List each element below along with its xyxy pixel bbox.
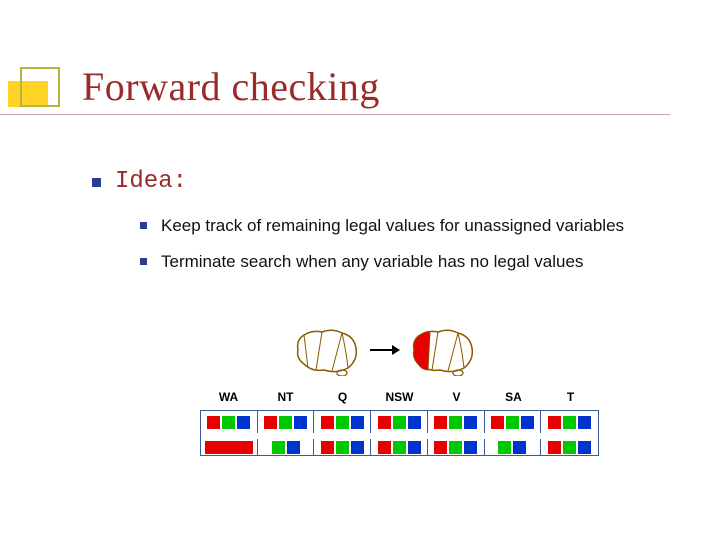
region-labels: WA NT Q NSW V SA T [200, 390, 600, 404]
title-decoration [0, 67, 68, 107]
title-bar: Forward checking [0, 63, 720, 110]
forward-checking-diagram: WA NT Q NSW V SA T [200, 326, 600, 456]
region-label: WA [200, 390, 257, 404]
australia-map-before [292, 326, 362, 376]
map-transition [170, 326, 600, 376]
sub-bullet-list: Keep track of remaining legal values for… [140, 215, 692, 273]
table-row [201, 411, 598, 433]
title-underline [0, 114, 670, 115]
square-bullet-icon [92, 178, 101, 187]
assigned-wa-red [205, 441, 253, 454]
arrow-right-icon [370, 340, 400, 363]
region-label: V [428, 390, 485, 404]
list-item: Terminate search when any variable has n… [140, 251, 692, 273]
idea-bullet: Idea: [92, 168, 692, 195]
square-bullet-icon [140, 258, 147, 265]
australia-map-after [408, 326, 478, 376]
domain-grid [200, 410, 599, 456]
square-bullet-icon [140, 222, 147, 229]
region-label: Q [314, 390, 371, 404]
bullet-text: Keep track of remaining legal values for… [161, 215, 624, 237]
region-label: NSW [371, 390, 428, 404]
table-row [201, 433, 598, 455]
bullet-text: Terminate search when any variable has n… [161, 251, 583, 273]
content-area: Idea: Keep track of remaining legal valu… [92, 168, 692, 287]
region-label: SA [485, 390, 542, 404]
region-label: T [542, 390, 599, 404]
slide-title: Forward checking [82, 63, 380, 110]
region-label: NT [257, 390, 314, 404]
list-item: Keep track of remaining legal values for… [140, 215, 692, 237]
idea-label: Idea: [115, 168, 187, 195]
